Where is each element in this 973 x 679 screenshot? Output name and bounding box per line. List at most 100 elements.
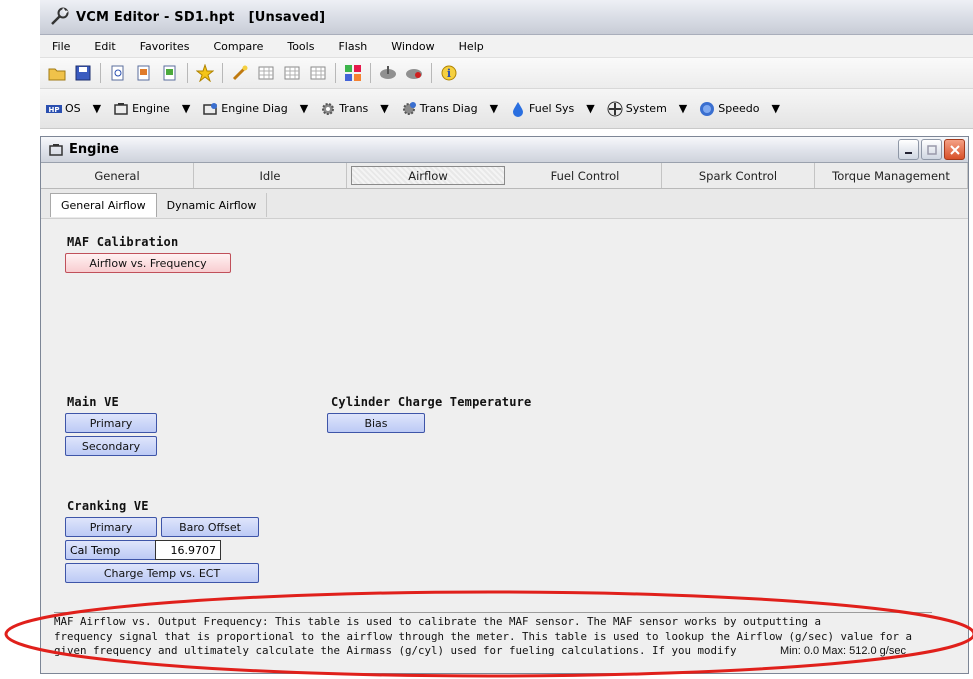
chevron-down-icon[interactable]: ▼: [586, 102, 594, 115]
page-edit-icon[interactable]: [159, 62, 181, 84]
toolbar-separator: [100, 63, 101, 83]
app-title-text: VCM Editor - SD1.hpt: [76, 9, 235, 25]
module-trans-label: Trans: [339, 102, 369, 115]
engine-window-title-bar[interactable]: Engine: [41, 137, 968, 163]
sub-tab-strip: General Airflow Dynamic Airflow: [41, 189, 968, 219]
module-os-label: OS: [65, 102, 81, 115]
subtab-general-airflow[interactable]: General Airflow: [50, 193, 157, 217]
module-engine-label: Engine: [132, 102, 170, 115]
description-line-1: MAF Airflow vs. Output Frequency: This t…: [54, 615, 822, 628]
tab-fuel-control[interactable]: Fuel Control: [509, 163, 662, 188]
cct-bias-button[interactable]: Bias: [327, 413, 425, 433]
wrench-icon: [51, 7, 69, 25]
menu-help[interactable]: Help: [447, 40, 496, 53]
toolbar-separator: [187, 63, 188, 83]
minimize-button[interactable]: [898, 139, 919, 160]
engine-icon: [113, 101, 129, 117]
close-icon: [949, 144, 960, 155]
tab-spark-control[interactable]: Spark Control: [662, 163, 815, 188]
write-icon[interactable]: [403, 62, 425, 84]
fuel-drop-icon: [510, 101, 526, 117]
airflow-vs-frequency-button[interactable]: Airflow vs. Frequency: [65, 253, 231, 273]
toolbar-separator: [370, 63, 371, 83]
menu-compare[interactable]: Compare: [201, 40, 275, 53]
cranking-ve-primary-button[interactable]: Primary: [65, 517, 157, 537]
chevron-down-icon[interactable]: ▼: [380, 102, 388, 115]
app-title-bar: VCM Editor - SD1.hpt [Unsaved]: [40, 0, 973, 35]
window-controls: [896, 139, 965, 160]
menu-flash[interactable]: Flash: [326, 40, 379, 53]
cal-temp-field[interactable]: 16.9707: [155, 540, 221, 560]
minimize-icon: [904, 151, 912, 154]
toolbar: i: [40, 58, 973, 89]
table-icon[interactable]: [255, 62, 277, 84]
menu-window[interactable]: Window: [379, 40, 446, 53]
chevron-down-icon[interactable]: ▼: [300, 102, 308, 115]
engine-window: Engine General Idle Airflow Fuel Control…: [40, 136, 969, 674]
description-divider: [54, 612, 932, 613]
tab-airflow[interactable]: Airflow: [351, 166, 505, 185]
wand-icon[interactable]: [229, 62, 251, 84]
main-ve-primary-button[interactable]: Primary: [65, 413, 157, 433]
module-trans[interactable]: Trans: [320, 101, 368, 117]
tab-idle[interactable]: Idle: [194, 163, 347, 188]
compare-icon[interactable]: [342, 62, 364, 84]
chevron-down-icon[interactable]: ▼: [679, 102, 687, 115]
close-button[interactable]: [944, 139, 965, 160]
module-trans-diag[interactable]: Trans Diag: [401, 101, 478, 117]
module-speedo-label: Speedo: [718, 102, 760, 115]
airflow-panel: MAF Calibration Airflow vs. Frequency Ma…: [47, 225, 944, 609]
module-engine-diag-label: Engine Diag: [221, 102, 288, 115]
menu-file[interactable]: File: [40, 40, 82, 53]
module-fuel-sys-label: Fuel Sys: [529, 102, 575, 115]
module-system[interactable]: System: [607, 101, 667, 117]
module-engine[interactable]: Engine: [113, 101, 170, 117]
chevron-down-icon[interactable]: ▼: [93, 102, 101, 115]
gear-diag-icon: [401, 101, 417, 117]
subtab-dynamic-airflow[interactable]: Dynamic Airflow: [157, 193, 268, 217]
svg-text:HP: HP: [49, 106, 60, 114]
print-preview-icon[interactable]: [107, 62, 129, 84]
main-ve-secondary-button[interactable]: Secondary: [65, 436, 157, 456]
table-icon[interactable]: [307, 62, 329, 84]
cylinder-charge-temp-label: Cylinder Charge Temperature: [331, 395, 532, 409]
maximize-button[interactable]: [921, 139, 942, 160]
toolbar-separator: [222, 63, 223, 83]
tab-general[interactable]: General: [41, 163, 194, 188]
charge-temp-vs-ect-button[interactable]: Charge Temp vs. ECT: [65, 563, 259, 583]
menu-edit[interactable]: Edit: [82, 40, 127, 53]
save-icon[interactable]: [72, 62, 94, 84]
menu-favorites[interactable]: Favorites: [128, 40, 202, 53]
chevron-down-icon[interactable]: ▼: [490, 102, 498, 115]
cranking-ve-label: Cranking VE: [67, 499, 149, 513]
info-icon[interactable]: i: [438, 62, 460, 84]
module-system-label: System: [625, 102, 667, 115]
main-tab-strip: General Idle Airflow Fuel Control Spark …: [41, 163, 968, 189]
page-icon[interactable]: [133, 62, 155, 84]
module-fuel-sys[interactable]: Fuel Sys: [510, 101, 574, 117]
toolbar-separator: [335, 63, 336, 83]
tab-torque-management[interactable]: Torque Management: [815, 163, 968, 188]
chevron-down-icon[interactable]: ▼: [771, 102, 779, 115]
module-os[interactable]: HP OS: [46, 101, 81, 117]
speedo-icon: [699, 101, 715, 117]
module-speedo[interactable]: Speedo: [699, 101, 759, 117]
menu-bar: File Edit Favorites Compare Tools Flash …: [40, 35, 973, 58]
chevron-down-icon[interactable]: ▼: [182, 102, 190, 115]
table-icon[interactable]: [281, 62, 303, 84]
menu-tools[interactable]: Tools: [275, 40, 326, 53]
baro-offset-button[interactable]: Baro Offset: [161, 517, 259, 537]
engine-icon: [49, 143, 63, 156]
maf-calibration-label: MAF Calibration: [67, 235, 179, 249]
hp-os-icon: HP: [46, 101, 62, 117]
module-engine-diag[interactable]: Engine Diag: [202, 101, 288, 117]
module-trans-diag-label: Trans Diag: [419, 102, 478, 115]
toolbar-separator: [431, 63, 432, 83]
favorites-star-icon[interactable]: [194, 62, 216, 84]
description-line-2: frequency signal that is proportional to…: [54, 629, 913, 643]
read-icon[interactable]: [377, 62, 399, 84]
open-folder-icon[interactable]: [46, 62, 68, 84]
engine-diag-icon: [202, 101, 218, 117]
module-bar: HP OS ▼ Engine ▼ Engine Diag ▼ Trans ▼ T…: [40, 89, 973, 129]
min-max-readout: Min: 0.0 Max: 512.0 g/sec: [776, 645, 906, 657]
